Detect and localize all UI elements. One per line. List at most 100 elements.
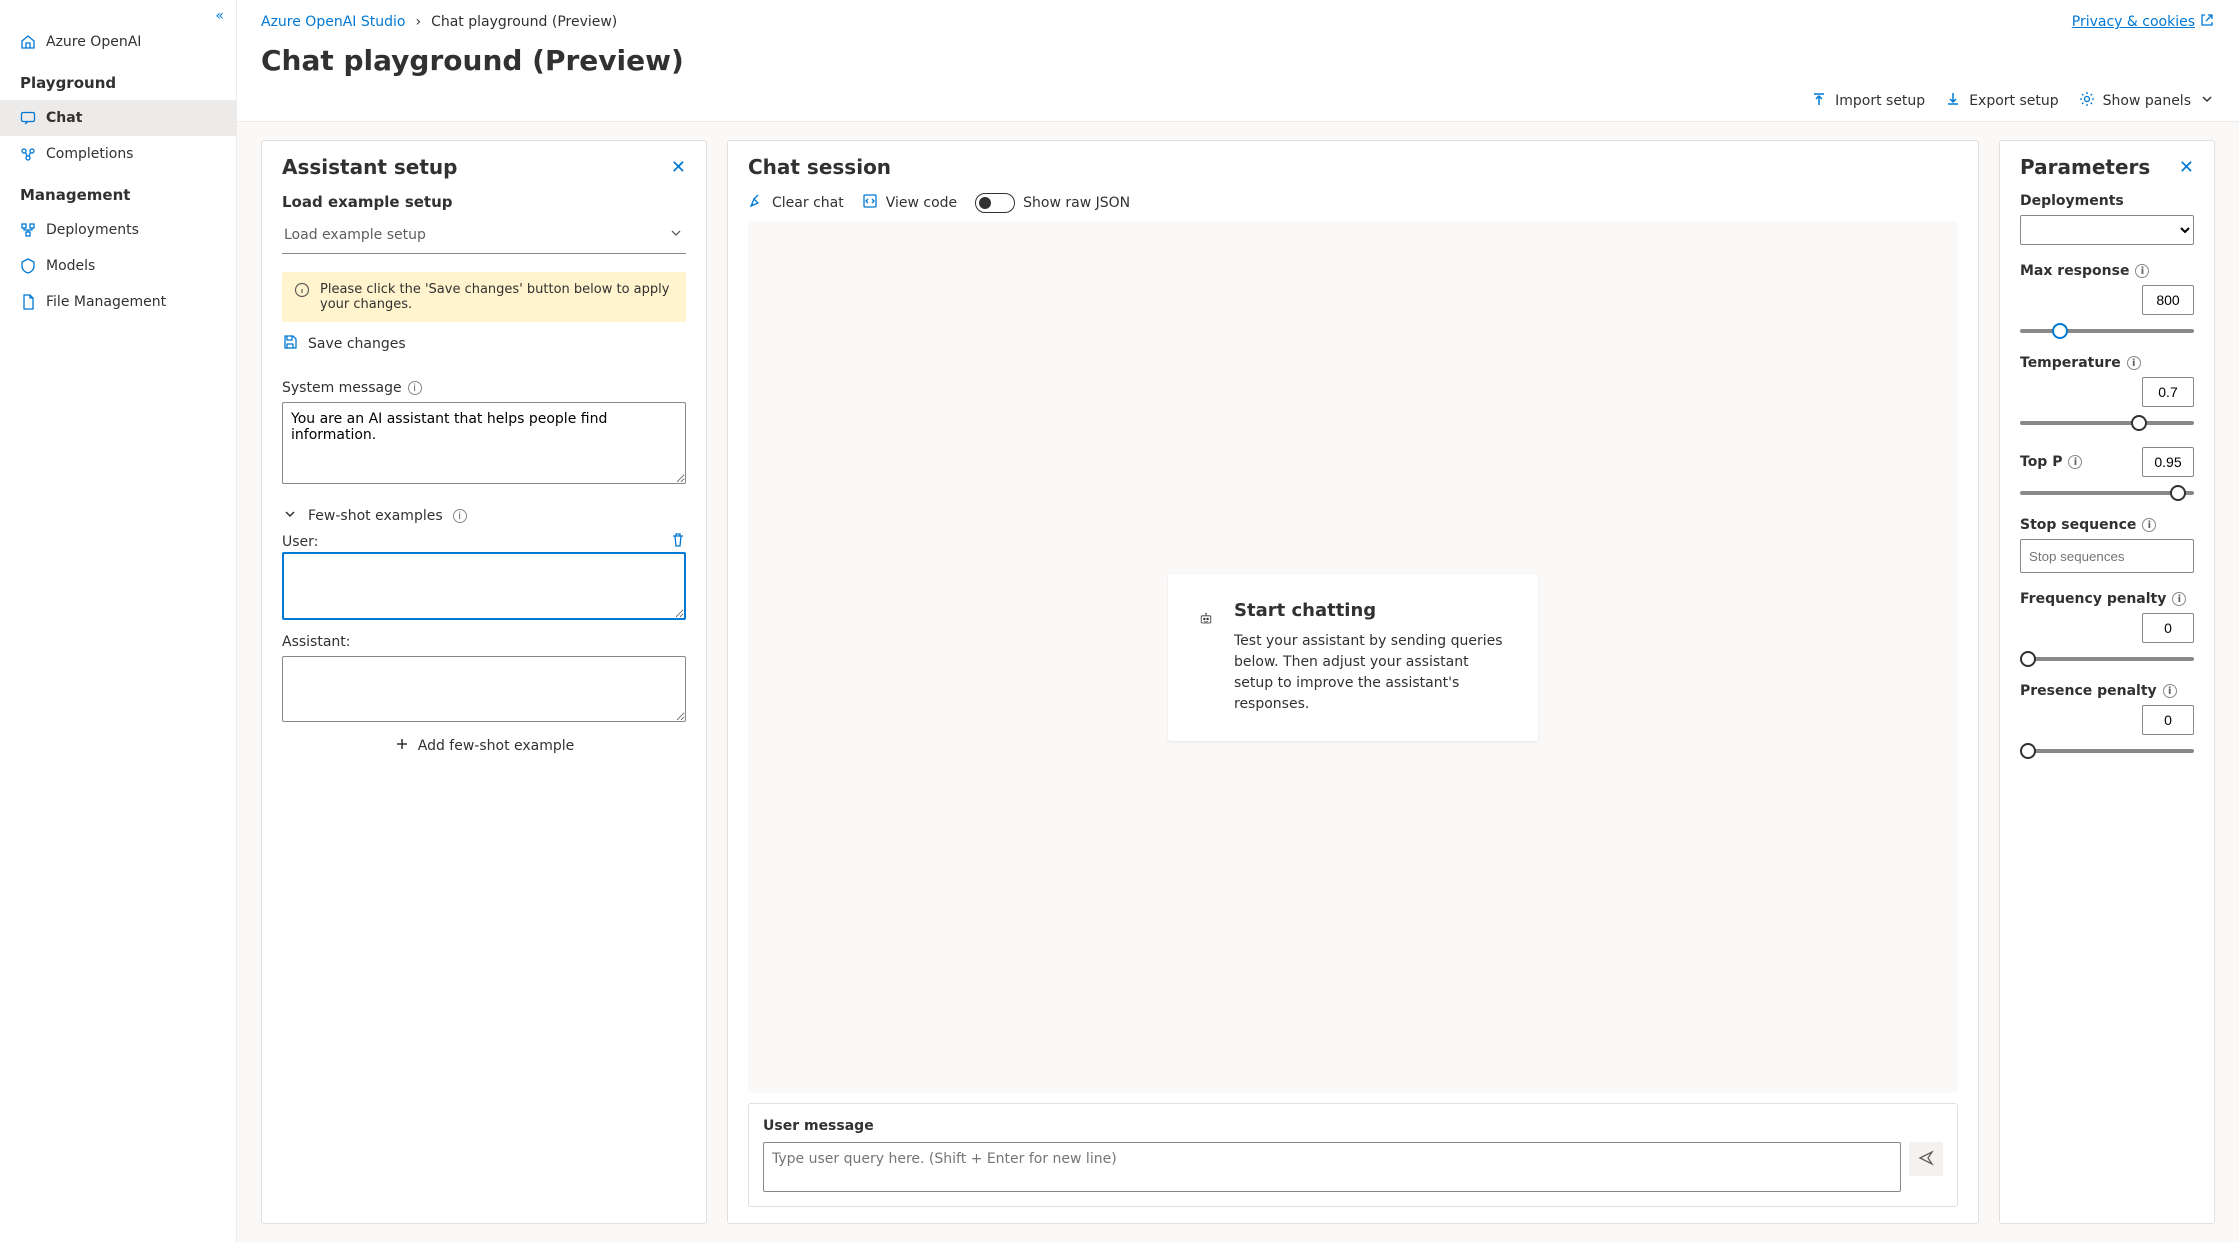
sidebar-section-playground: Playground [0,60,236,100]
info-icon[interactable]: i [2127,356,2141,370]
system-message-input[interactable] [282,402,686,484]
presence-penalty-input[interactable] [2142,705,2194,735]
sidebar-item-chat[interactable]: Chat [0,100,236,136]
user-example-label: User: [282,534,318,550]
info-icon[interactable]: i [2135,264,2149,278]
max-response-input[interactable] [2142,285,2194,315]
privacy-link[interactable]: Privacy & cookies [2072,12,2215,32]
top-p-label: Top P [2020,454,2062,470]
presence-penalty-label: Presence penalty [2020,683,2157,699]
info-icon [294,282,310,312]
delete-example-button[interactable] [670,532,686,552]
breadcrumb-separator: › [415,14,421,30]
load-example-select[interactable]: Load example setup [282,217,686,254]
save-changes-banner: Please click the 'Save changes' button b… [282,272,686,322]
deployments-select[interactable] [2020,215,2194,245]
chat-session-title: Chat session [748,155,891,179]
top-p-slider[interactable] [2020,491,2194,495]
user-message-box: User message [748,1103,1958,1207]
start-chatting-title: Start chatting [1234,600,1508,621]
home-icon [20,34,36,50]
parameters-panel: Parameters ✕ Deployments Max response i [1999,140,2215,1224]
export-icon [1945,91,1961,111]
parameters-title: Parameters [2020,155,2150,179]
toolbar: Import setup Export setup Show panels [237,77,2239,122]
max-response-slider[interactable] [2020,329,2194,333]
deployments-icon [20,222,36,238]
bot-icon [1198,600,1214,715]
top-p-input[interactable] [2142,447,2194,477]
system-message-label: System message [282,380,402,396]
models-icon [20,258,36,274]
sidebar-item-deployments[interactable]: Deployments [0,212,236,248]
save-icon [282,334,298,354]
sidebar-item-completions[interactable]: Completions [0,136,236,172]
info-icon[interactable]: i [2163,684,2177,698]
plus-icon [394,736,410,756]
deployments-label: Deployments [2020,193,2194,209]
close-assistant-setup-button[interactable]: ✕ [671,157,686,178]
broom-icon [748,193,764,213]
show-panels-button[interactable]: Show panels [2079,91,2215,111]
info-icon[interactable]: i [453,509,467,523]
show-raw-json-toggle[interactable]: Show raw JSON [975,193,1130,213]
sidebar-item-label: Models [46,258,95,274]
assistant-setup-panel: Assistant setup ✕ Load example setup Loa… [261,140,707,1224]
import-setup-button[interactable]: Import setup [1811,91,1925,111]
sidebar-item-label: Completions [46,146,133,162]
save-changes-button[interactable]: Save changes [282,322,686,366]
sidebar-collapse-button[interactable]: « [0,8,236,24]
send-icon [1918,1150,1934,1169]
sidebar-item-files[interactable]: File Management [0,284,236,320]
info-icon[interactable]: i [2142,518,2156,532]
chevron-down-icon [668,225,684,245]
export-setup-button[interactable]: Export setup [1945,91,2058,111]
add-fewshot-example-button[interactable]: Add few-shot example [282,726,686,766]
file-icon [20,294,36,310]
chevron-down-icon [2199,91,2215,111]
toggle-switch[interactable] [975,193,1015,213]
sidebar-item-label: File Management [46,294,166,310]
clear-chat-button[interactable]: Clear chat [748,193,844,213]
temperature-slider[interactable] [2020,421,2194,425]
breadcrumb-root[interactable]: Azure OpenAI Studio [261,14,405,30]
chat-canvas: Start chatting Test your assistant by se… [748,221,1958,1093]
user-message-label: User message [763,1118,1943,1134]
start-chatting-body: Test your assistant by sending queries b… [1234,631,1508,715]
frequency-penalty-input[interactable] [2142,613,2194,643]
import-icon [1811,91,1827,111]
main: Azure OpenAI Studio › Chat playground (P… [237,0,2239,1242]
user-example-input[interactable] [282,552,686,620]
sidebar-item-label: Chat [46,110,82,126]
completions-icon [20,146,36,162]
close-parameters-button[interactable]: ✕ [2179,157,2194,178]
presence-penalty-slider[interactable] [2020,749,2194,753]
temperature-label: Temperature [2020,355,2121,371]
view-code-button[interactable]: View code [862,193,957,213]
assistant-example-input[interactable] [282,656,686,722]
load-example-label: Load example setup [282,193,686,211]
stop-sequence-input[interactable] [2020,539,2194,573]
sidebar-item-models[interactable]: Models [0,248,236,284]
sidebar-item-home[interactable]: Azure OpenAI [0,24,236,60]
info-icon[interactable]: i [2068,455,2082,469]
stop-sequence-label: Stop sequence [2020,517,2136,533]
sidebar-section-management: Management [0,172,236,212]
send-button[interactable] [1909,1142,1943,1176]
info-icon[interactable]: i [2172,592,2186,606]
sidebar: « Azure OpenAI Playground Chat Completio… [0,0,237,1242]
frequency-penalty-slider[interactable] [2020,657,2194,661]
gear-icon [2079,91,2095,111]
user-message-input[interactable] [763,1142,1901,1192]
external-link-icon [2199,12,2215,32]
breadcrumb-current: Chat playground (Preview) [431,14,617,30]
chat-icon [20,110,36,126]
temperature-input[interactable] [2142,377,2194,407]
breadcrumb: Azure OpenAI Studio › Chat playground (P… [261,12,2215,32]
sidebar-item-label: Deployments [46,222,139,238]
page-title: Chat playground (Preview) [261,44,2215,77]
max-response-label: Max response [2020,263,2129,279]
info-icon[interactable]: i [408,381,422,395]
chevron-down-icon [282,506,298,526]
fewshot-examples-toggle[interactable]: Few-shot examples i [282,506,686,526]
